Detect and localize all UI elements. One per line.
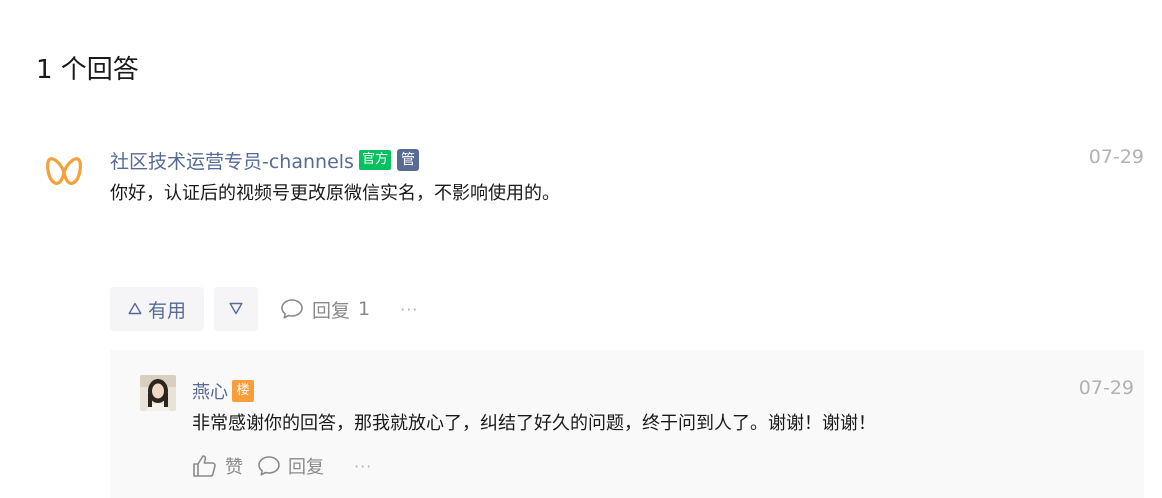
reply-button[interactable]: 回复 1 xyxy=(280,296,370,323)
comment-bubble-icon xyxy=(258,456,280,476)
answer-author-name[interactable]: 社区技术运营专员-channels xyxy=(110,147,354,174)
reply-avatar[interactable] xyxy=(140,375,176,411)
reply-header: 燕心 楼 xyxy=(192,378,254,404)
like-button[interactable]: 赞 xyxy=(192,453,243,479)
useful-button[interactable]: 有用 xyxy=(110,287,204,331)
thumbs-up-icon xyxy=(193,455,216,477)
channels-logo-icon[interactable] xyxy=(44,150,84,190)
reply-label: 回复 xyxy=(312,299,351,322)
answer-header: 社区技术运营专员-channels 官方 管 xyxy=(110,146,419,174)
answer-content: 你好，认证后的视频号更改原微信实名，不影响使用的。 xyxy=(110,183,560,204)
reply-container: 燕心 楼 07-29 非常感谢你的回答，那我就放心了，纠结了好久的问题，终于问到… xyxy=(110,350,1144,498)
reply-more-options-button[interactable]: ··· xyxy=(354,457,372,476)
downvote-triangle-icon xyxy=(229,300,243,319)
reply-reply-label: 回复 xyxy=(288,457,324,478)
downvote-button[interactable] xyxy=(214,287,258,331)
reply-content: 非常感谢你的回答，那我就放心了，纠结了好久的问题，终于问到人了。谢谢！谢谢！ xyxy=(192,413,876,434)
upvote-triangle-icon xyxy=(128,300,142,319)
reply-actions: 赞 回复 ··· xyxy=(192,452,372,480)
useful-label: 有用 xyxy=(147,299,186,322)
more-options-button[interactable]: ··· xyxy=(400,300,418,319)
reply-reply-button[interactable]: 回复 xyxy=(257,453,324,479)
reply-date: 07-29 xyxy=(1078,377,1134,399)
floor-badge: 楼 xyxy=(232,380,254,402)
reply-author-name[interactable]: 燕心 xyxy=(192,378,228,404)
answer-date: 07-29 xyxy=(1088,146,1144,168)
answer-actions: 有用 回复 1 ··· xyxy=(110,287,418,331)
admin-badge: 管 xyxy=(396,149,419,171)
reply-count: 1 xyxy=(358,298,371,320)
answers-count-title: 1 个回答 xyxy=(36,55,139,85)
comment-bubble-icon xyxy=(281,299,303,319)
official-badge: 官方 xyxy=(358,150,391,170)
like-label: 赞 xyxy=(225,457,243,478)
